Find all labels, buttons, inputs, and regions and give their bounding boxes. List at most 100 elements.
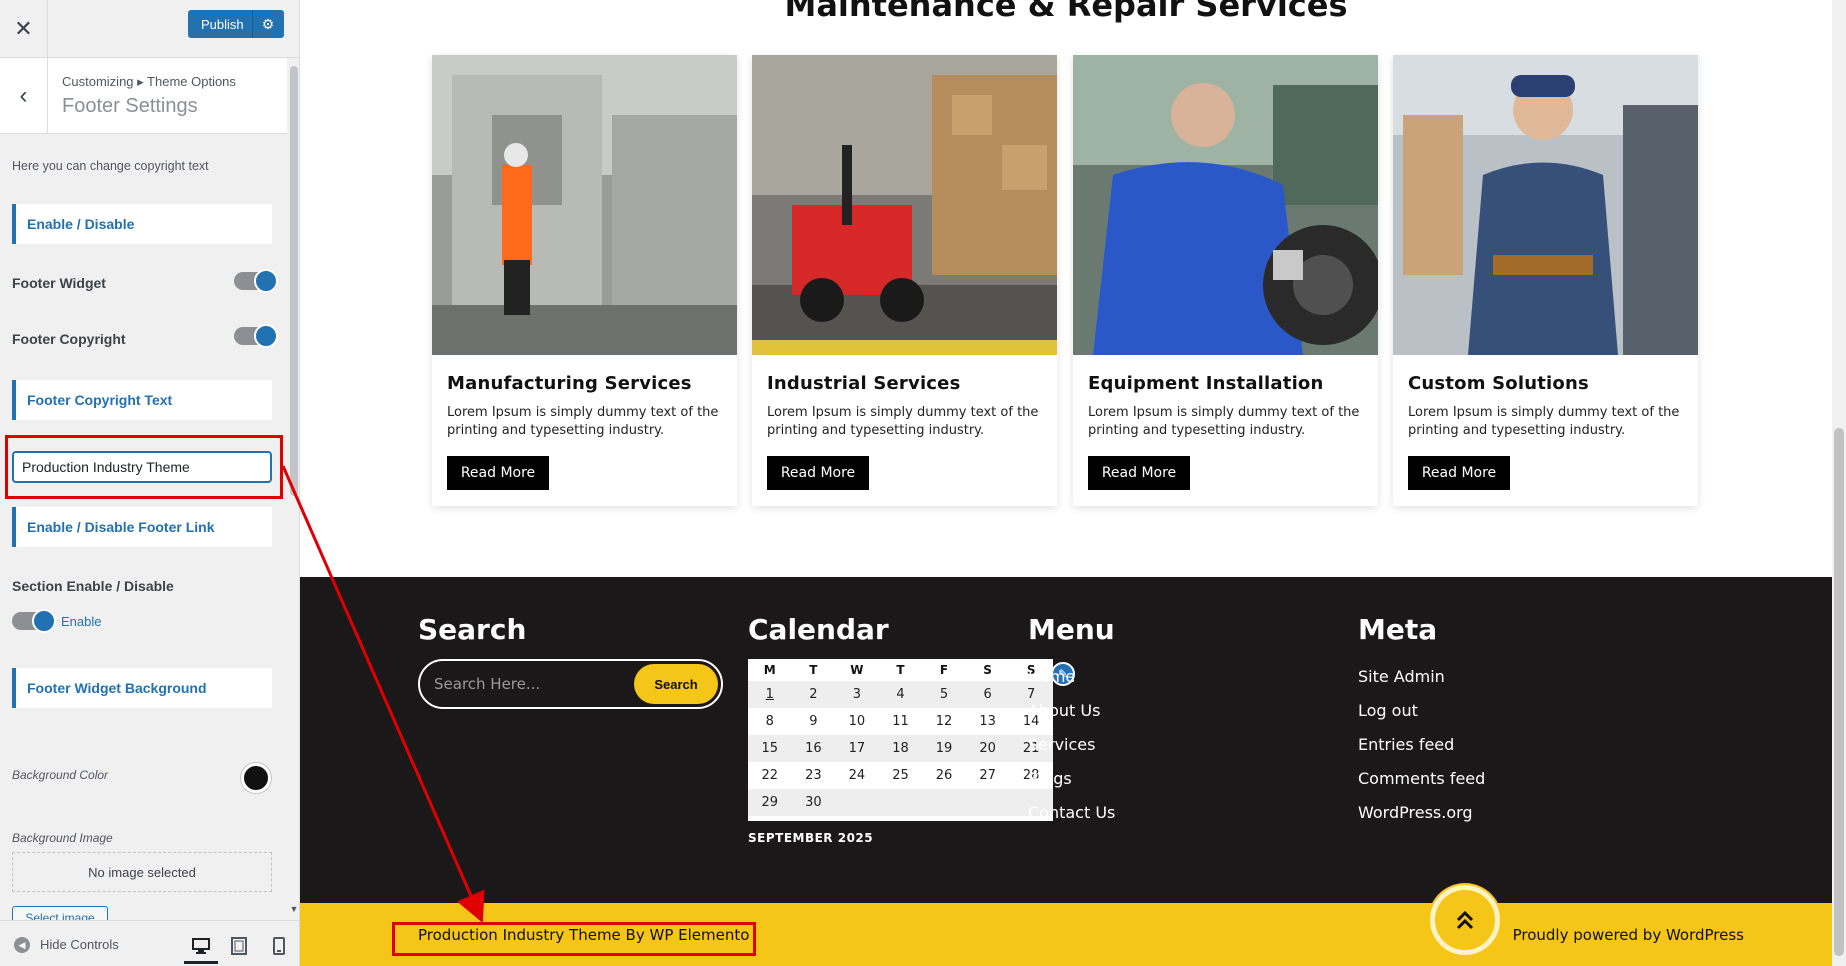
publish-settings-button[interactable]: ⚙ bbox=[252, 10, 284, 38]
meta-link-site-admin[interactable]: Site Admin bbox=[1358, 667, 1445, 686]
toggle-knob bbox=[254, 269, 278, 293]
section-enable-label: Section Enable / Disable bbox=[12, 578, 174, 594]
calendar-day[interactable]: 1 bbox=[748, 681, 792, 708]
weekday: T bbox=[809, 663, 818, 677]
bg-color-swatch[interactable] bbox=[241, 763, 271, 793]
weekday: F bbox=[939, 663, 949, 677]
meta-link-wordpress[interactable]: WordPress.org bbox=[1358, 803, 1473, 822]
calendar-day[interactable]: 10 bbox=[835, 708, 879, 735]
read-more-button[interactable]: Read More bbox=[1088, 456, 1190, 490]
calendar-day[interactable]: 20 bbox=[965, 735, 1010, 762]
hide-controls-button[interactable]: Hide Controls bbox=[40, 937, 119, 952]
menu-widget-title: Menu bbox=[1028, 613, 1115, 646]
service-card: Equipment Installation Lorem Ipsum is si… bbox=[1073, 55, 1378, 506]
search-widget-title: Search bbox=[418, 613, 527, 646]
calendar-week: 22 23 24 25 26 27 28 bbox=[748, 762, 1053, 789]
no-image-placeholder: No image selected bbox=[12, 852, 272, 892]
calendar-day[interactable]: 13 bbox=[966, 708, 1010, 735]
meta-link-entries-feed[interactable]: Entries feed bbox=[1358, 735, 1454, 754]
service-title: Equipment Installation bbox=[1088, 373, 1324, 394]
meta-link-log-out[interactable]: Log out bbox=[1358, 701, 1418, 720]
calendar-day[interactable]: 29 bbox=[748, 789, 792, 816]
service-card: Industrial Services Lorem Ipsum is simpl… bbox=[752, 55, 1057, 506]
calendar-week: 29 30 bbox=[748, 789, 1053, 816]
copyright-bar: Production Industry Theme By WP Elemento… bbox=[300, 903, 1832, 966]
calendar-day[interactable]: 9 bbox=[792, 708, 836, 735]
weekday: M bbox=[763, 663, 776, 677]
read-more-button[interactable]: Read More bbox=[767, 456, 869, 490]
calendar-day[interactable]: 18 bbox=[878, 735, 923, 762]
service-title: Manufacturing Services bbox=[447, 373, 692, 394]
site-preview: Maintenance & Repair Services Manufactur… bbox=[300, 0, 1832, 966]
service-image bbox=[432, 55, 737, 355]
scroll-down-arrow-icon[interactable]: ▼ bbox=[288, 904, 299, 914]
search-button[interactable]: Search bbox=[634, 664, 718, 704]
calendar-day[interactable]: 26 bbox=[922, 762, 966, 789]
powered-by-text[interactable]: Proudly powered by WordPress bbox=[1513, 926, 1744, 944]
calendar-day[interactable]: 27 bbox=[966, 762, 1010, 789]
calendar-day[interactable]: 2 bbox=[791, 681, 836, 708]
customizer-sidebar: ✕ Publish ⚙ ‹ Customizing ▸ Theme Option… bbox=[0, 0, 300, 966]
calendar-day[interactable]: 16 bbox=[791, 735, 836, 762]
publish-button[interactable]: Publish bbox=[188, 10, 252, 38]
calendar-day[interactable]: 25 bbox=[879, 762, 923, 789]
footer-copyright-toggle[interactable] bbox=[234, 324, 278, 348]
footer-link-home[interactable]: Home bbox=[1028, 667, 1075, 686]
close-customizer-button[interactable]: ✕ bbox=[0, 0, 48, 58]
widget-bg-title: Footer Widget Background bbox=[12, 668, 272, 708]
calendar-day[interactable]: 3 bbox=[835, 681, 879, 708]
calendar-widget: M T W T F S S 1 2 3 4 5 6 7 8 9 10 11 12 13 14 15 16 17 1… bbox=[748, 659, 1053, 821]
mobile-icon bbox=[273, 937, 285, 955]
close-icon: ✕ bbox=[14, 16, 33, 41]
customizer-footer: ◀ Hide Controls bbox=[0, 920, 299, 966]
calendar-week: 8 9 10 11 12 13 14 bbox=[748, 708, 1053, 735]
calendar-day[interactable]: 6 bbox=[965, 681, 1010, 708]
footer-link-contact[interactable]: Contact Us bbox=[1028, 803, 1115, 822]
back-button[interactable]: ‹ bbox=[0, 58, 48, 134]
preview-scrollbar-thumb[interactable] bbox=[1834, 428, 1844, 956]
weekday: S bbox=[983, 663, 992, 677]
section-enable-toggle[interactable] bbox=[12, 609, 56, 633]
search-input[interactable]: Search Here... bbox=[434, 675, 540, 693]
footer-widget-toggle[interactable] bbox=[234, 269, 278, 293]
mobile-preview-button[interactable] bbox=[267, 933, 291, 955]
meta-link-comments-feed[interactable]: Comments feed bbox=[1358, 769, 1485, 788]
enable-disable-title: Enable / Disable bbox=[12, 204, 272, 244]
hide-controls-icon[interactable]: ◀ bbox=[14, 937, 30, 953]
calendar-day[interactable]: 12 bbox=[922, 708, 966, 735]
sidebar-scrollbar-thumb[interactable] bbox=[290, 66, 298, 496]
calendar-day[interactable]: 19 bbox=[922, 735, 966, 762]
calendar-day[interactable]: 5 bbox=[922, 681, 966, 708]
calendar-day[interactable]: 30 bbox=[791, 789, 836, 816]
calendar-day[interactable]: 15 bbox=[748, 735, 792, 762]
service-text: Lorem Ipsum is simply dummy text of the … bbox=[767, 405, 1039, 438]
calendar-day[interactable]: 4 bbox=[878, 681, 923, 708]
calendar-day[interactable]: 11 bbox=[879, 708, 923, 735]
calendar-caption: SEPTEMBER 2025 bbox=[748, 831, 874, 845]
read-more-button[interactable]: Read More bbox=[1408, 456, 1510, 490]
calendar-day[interactable]: 23 bbox=[792, 762, 836, 789]
weekday: W bbox=[850, 663, 864, 677]
highlight-box-input bbox=[5, 435, 283, 499]
footer-link-blogs[interactable]: Blogs bbox=[1028, 769, 1072, 788]
copyright-text-title: Footer Copyright Text bbox=[12, 380, 272, 420]
weekday: T bbox=[896, 663, 905, 677]
calendar-day[interactable]: 8 bbox=[748, 708, 792, 735]
calendar-day[interactable]: 24 bbox=[835, 762, 879, 789]
desktop-preview-button[interactable] bbox=[184, 930, 218, 964]
calendar-weekdays: M T W T F S S bbox=[748, 659, 1053, 681]
calendar-week: 15 16 17 18 19 20 21 bbox=[748, 735, 1053, 762]
service-text: Lorem Ipsum is simply dummy text of the … bbox=[1088, 405, 1360, 438]
calendar-day[interactable]: 17 bbox=[835, 735, 879, 762]
scroll-to-top-button[interactable] bbox=[1430, 885, 1500, 955]
footer-link-services[interactable]: Services bbox=[1028, 735, 1095, 754]
footer-link-about[interactable]: About Us bbox=[1028, 701, 1100, 720]
calendar-day[interactable]: 22 bbox=[748, 762, 792, 789]
calendar-widget-title: Calendar bbox=[748, 613, 889, 646]
tablet-icon bbox=[231, 937, 247, 955]
calendar-day bbox=[878, 789, 923, 816]
tablet-preview-button[interactable] bbox=[227, 933, 251, 955]
service-text: Lorem Ipsum is simply dummy text of the … bbox=[447, 405, 719, 438]
footer-search-box[interactable]: Search Here... Search bbox=[418, 659, 723, 709]
read-more-button[interactable]: Read More bbox=[447, 456, 549, 490]
